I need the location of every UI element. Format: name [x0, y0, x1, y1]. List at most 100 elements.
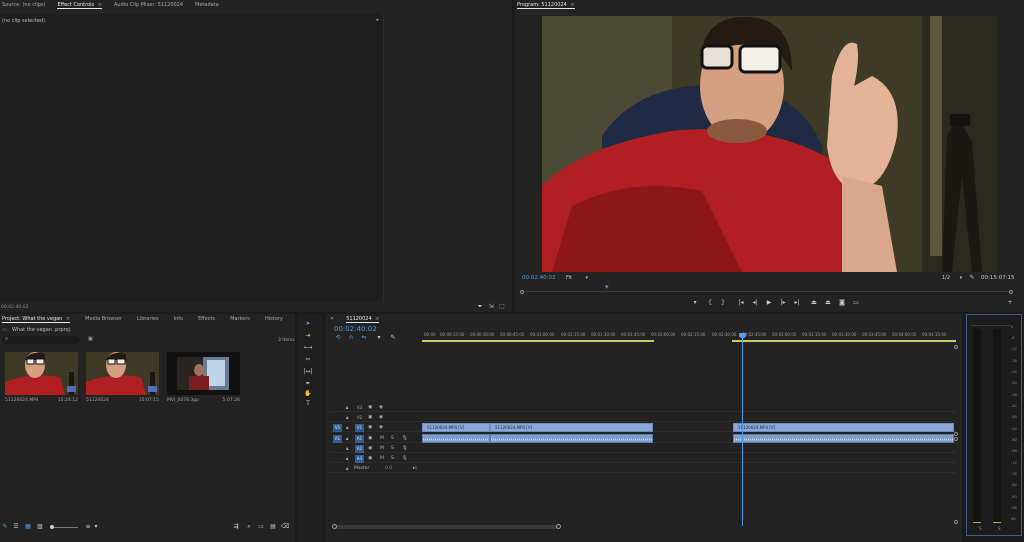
- track-label-a3[interactable]: A3: [355, 455, 364, 463]
- sync-lock-icon[interactable]: ▣: [368, 405, 372, 410]
- mute-icon[interactable]: M: [380, 456, 384, 461]
- lift-icon[interactable]: ⏏: [810, 299, 818, 307]
- solo-icon[interactable]: S: [391, 446, 394, 451]
- new-item-icon[interactable]: ▤: [269, 523, 277, 531]
- tab-metadata[interactable]: Metadata: [195, 2, 219, 8]
- meter-channel-solo-left[interactable]: S: [979, 526, 982, 531]
- master-volume[interactable]: 0.0: [385, 466, 392, 471]
- loop-icon[interactable]: ⬚: [498, 303, 506, 311]
- tab-effect-controls[interactable]: Effect Controls ≡: [57, 2, 102, 9]
- filter-icon[interactable]: ⏷: [476, 303, 484, 311]
- work-area-bar[interactable]: [732, 340, 956, 342]
- video-clip[interactable]: 51120024.MP4 [V]: [490, 423, 653, 432]
- trash-icon[interactable]: ⌫: [281, 523, 289, 531]
- source-patch-a1[interactable]: A1: [333, 435, 342, 443]
- wrench-icon[interactable]: ✎: [389, 334, 397, 342]
- eye-icon[interactable]: ◉: [379, 405, 383, 410]
- tab-audio-clip-mixer[interactable]: Audio Clip Mixer: 51120024: [114, 2, 183, 8]
- project-item-thumbnail[interactable]: [5, 352, 78, 395]
- source-patch-v1[interactable]: V1: [333, 424, 342, 432]
- search-input[interactable]: ⌕: [2, 336, 80, 344]
- mark-out-icon[interactable]: }: [719, 299, 727, 307]
- wrench-icon[interactable]: ✎: [968, 274, 976, 282]
- project-item-thumbnail[interactable]: [167, 352, 240, 395]
- lock-icon[interactable]: 🔒︎: [346, 436, 348, 442]
- scroll-handle[interactable]: [954, 437, 958, 441]
- playhead-marker-icon[interactable]: ▾: [605, 283, 609, 291]
- hamburger-icon[interactable]: ≡: [96, 2, 102, 8]
- new-bin-icon[interactable]: ▣: [88, 336, 93, 342]
- work-area-bar[interactable]: [422, 340, 654, 342]
- video-clip[interactable]: 51120024.MP4 [V]: [733, 423, 954, 432]
- freeform-view-icon[interactable]: ▧: [36, 523, 44, 531]
- track-label-v2[interactable]: V2: [355, 414, 364, 422]
- scrubber-end-handle[interactable]: [1009, 290, 1013, 294]
- tab-libraries[interactable]: Libraries: [137, 316, 159, 322]
- video-clip[interactable]: 51120024.MP4 [V]: [422, 423, 490, 432]
- lock-icon[interactable]: 🔒︎: [346, 456, 348, 462]
- sort-icon[interactable]: ≡: [84, 523, 92, 531]
- solo-icon[interactable]: S: [391, 436, 394, 441]
- hamburger-icon[interactable]: ≡: [374, 316, 379, 322]
- sync-lock-icon[interactable]: ▣: [368, 436, 372, 441]
- extract-icon[interactable]: ⏏: [824, 299, 832, 307]
- scrollbar-left-handle[interactable]: [332, 524, 337, 529]
- eye-icon[interactable]: ◉: [379, 415, 383, 420]
- track-label-v3[interactable]: V3: [355, 404, 364, 412]
- track-select-tool-icon[interactable]: ⇥: [303, 332, 313, 340]
- lock-icon[interactable]: 🔒︎: [346, 425, 348, 431]
- scrubber-start-handle[interactable]: [520, 290, 524, 294]
- zoom-slider-handle[interactable]: [50, 525, 54, 529]
- program-scrubber[interactable]: [522, 291, 1012, 294]
- project-item-thumbnail[interactable]: [86, 352, 159, 395]
- close-icon[interactable]: ✕: [330, 316, 334, 322]
- audio-clip[interactable]: [422, 434, 490, 443]
- hamburger-icon[interactable]: ≡: [569, 2, 574, 8]
- mute-icon[interactable]: M: [380, 436, 384, 441]
- lock-icon[interactable]: 🔒︎: [346, 405, 348, 411]
- solo-icon[interactable]: S: [391, 456, 394, 461]
- export-icon[interactable]: ⇲: [487, 303, 495, 311]
- expand-icon[interactable]: ▸: [376, 17, 379, 23]
- sync-lock-icon[interactable]: ▣: [368, 415, 372, 420]
- add-marker-icon[interactable]: ▾: [375, 334, 383, 342]
- sync-lock-icon[interactable]: ▣: [368, 446, 372, 451]
- microphone-icon[interactable]: 🎙︎: [402, 446, 408, 451]
- lock-icon[interactable]: 🔒︎: [346, 446, 348, 452]
- ripple-edit-tool-icon[interactable]: ⟷: [303, 344, 313, 352]
- tab-markers[interactable]: Markers: [230, 316, 250, 322]
- scrollbar-right-handle[interactable]: [556, 524, 561, 529]
- snap-icon[interactable]: ⟲: [334, 334, 342, 342]
- add-button-icon[interactable]: +: [1006, 299, 1014, 307]
- fit-dropdown[interactable]: Fit ▾: [566, 275, 588, 281]
- pen-tool-icon[interactable]: ✒: [303, 380, 313, 388]
- program-timecode-current[interactable]: 00:02:40:02: [522, 275, 556, 281]
- track-label-a2[interactable]: A2: [355, 445, 364, 453]
- playhead[interactable]: [742, 336, 743, 526]
- hamburger-icon[interactable]: ≡: [64, 316, 70, 322]
- add-marker-icon[interactable]: ▾: [691, 299, 699, 307]
- lock-icon[interactable]: 🔒︎: [346, 415, 348, 421]
- timeline-zoom-scrollbar[interactable]: [332, 524, 561, 529]
- type-tool-icon[interactable]: T: [303, 400, 313, 408]
- audio-clip[interactable]: [490, 434, 653, 443]
- tab-sequence[interactable]: 51120024 ≡: [346, 316, 380, 323]
- tab-project[interactable]: Project: What the vegan ≡: [2, 316, 71, 323]
- go-to-in-icon[interactable]: |◂: [737, 299, 745, 307]
- track-label-v1[interactable]: V1: [355, 424, 364, 432]
- linked-selection-icon[interactable]: ⇋: [360, 334, 368, 342]
- tab-info[interactable]: Info: [174, 316, 183, 322]
- scroll-handle[interactable]: [954, 520, 958, 524]
- razor-tool-icon[interactable]: ✂: [303, 356, 313, 364]
- go-to-end-icon[interactable]: ▸|: [413, 466, 417, 471]
- new-bin-icon[interactable]: ▭: [257, 523, 265, 531]
- list-view-icon[interactable]: ☰: [12, 523, 20, 531]
- hand-tool-icon[interactable]: ✋: [303, 390, 313, 398]
- play-icon[interactable]: ▶: [765, 299, 773, 307]
- tab-media-browser[interactable]: Media Browser: [85, 316, 122, 322]
- slip-tool-icon[interactable]: |↔|: [303, 368, 313, 376]
- step-forward-icon[interactable]: |▸: [779, 299, 787, 307]
- scroll-handle[interactable]: [954, 345, 958, 349]
- lock-icon[interactable]: 🔒︎: [346, 466, 348, 472]
- tab-effects[interactable]: Effects: [198, 316, 215, 322]
